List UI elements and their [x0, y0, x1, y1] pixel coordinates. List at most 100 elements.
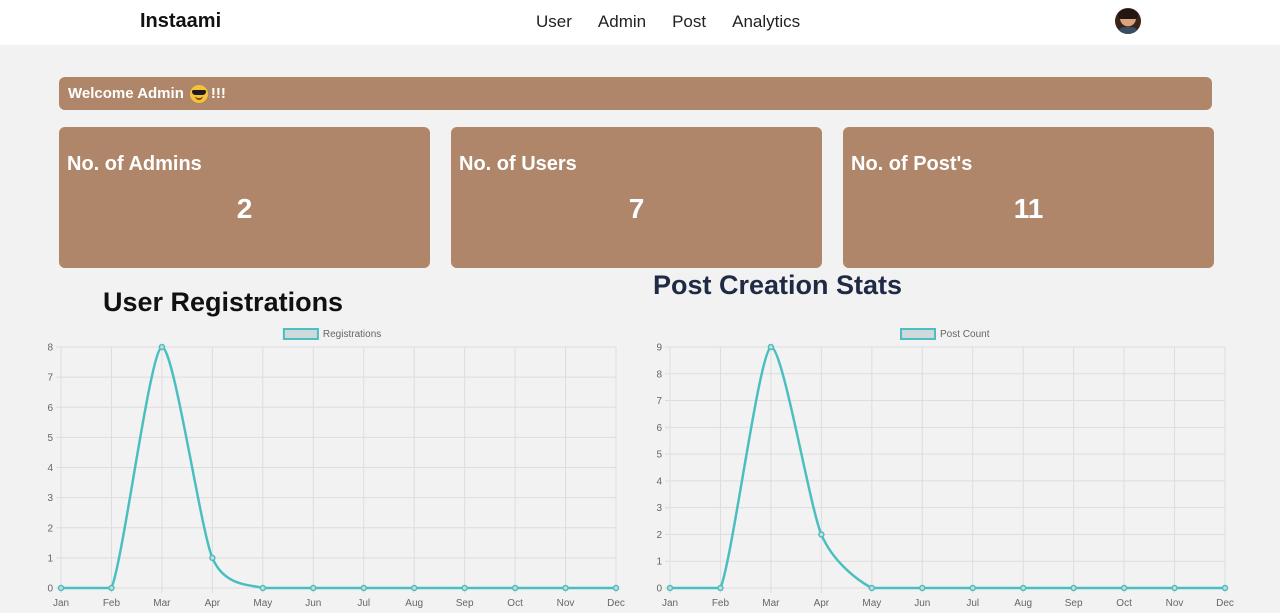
x-tick-label: Feb: [103, 598, 121, 609]
y-tick-label: 0: [47, 584, 53, 595]
x-tick-label: Jun: [305, 598, 321, 609]
y-tick-label: 8: [47, 343, 53, 354]
y-tick-label: 6: [47, 403, 53, 414]
x-tick-label: Sep: [1065, 598, 1083, 609]
card-title: No. of Admins: [67, 153, 202, 175]
x-tick-label: Jun: [914, 598, 930, 609]
data-point: [511, 584, 519, 592]
card-value: 2: [236, 193, 253, 224]
x-tick-label: Jul: [966, 598, 979, 609]
navbar: Instaami User Admin Post Analytics: [0, 0, 1280, 45]
data-point: [158, 343, 166, 351]
emoji-glasses: [191, 89, 206, 95]
data-point: [666, 584, 674, 592]
welcome-text: Welcome Admin: [68, 85, 184, 102]
y-tick-label: 5: [656, 450, 662, 461]
y-tick-label: 8: [656, 369, 662, 380]
nav-links: User Admin Post Analytics: [536, 12, 800, 32]
nav-link-analytics[interactable]: Analytics: [732, 12, 800, 32]
x-tick-label: Jan: [662, 598, 678, 609]
data-point: [818, 531, 825, 538]
y-tick-label: 6: [656, 423, 662, 434]
data-point: [919, 584, 926, 592]
x-tick-label: Aug: [1014, 598, 1032, 609]
x-tick-label: Feb: [712, 598, 730, 609]
legend-label: Registrations: [323, 329, 381, 340]
nav-link-admin[interactable]: Admin: [598, 12, 646, 32]
x-tick-label: Jan: [53, 598, 69, 609]
series-line: [670, 345, 1225, 590]
nav-link-user[interactable]: User: [536, 12, 572, 32]
y-tick-label: 4: [47, 463, 53, 474]
avatar[interactable]: [1115, 8, 1141, 34]
y-tick-label: 2: [47, 523, 53, 534]
data-point: [108, 584, 115, 592]
x-tick-label: Oct: [507, 598, 523, 609]
x-tick-label: Aug: [405, 598, 423, 609]
data-point: [612, 584, 620, 592]
data-point: [1120, 584, 1128, 592]
y-tick-label: 7: [656, 396, 662, 407]
x-tick-label: Oct: [1116, 598, 1132, 609]
x-tick-label: Mar: [153, 598, 171, 609]
brand-logo[interactable]: Instaami: [140, 10, 221, 33]
posts-count-card: No. of Post's 11: [843, 127, 1214, 268]
card-title: No. of Post's: [851, 153, 973, 175]
data-point: [410, 584, 418, 592]
emoji-mouth: [194, 96, 203, 100]
card-title: No. of Users: [459, 153, 577, 175]
nav-link-post[interactable]: Post: [672, 12, 706, 32]
data-point: [209, 554, 216, 562]
data-point: [1171, 584, 1178, 592]
card-value: 7: [628, 193, 645, 224]
x-tick-label: Apr: [205, 598, 221, 609]
y-tick-label: 1: [47, 553, 53, 564]
data-point: [360, 584, 367, 592]
y-tick-label: 3: [656, 503, 662, 514]
welcome-banner: Welcome Admin !!!: [59, 77, 1212, 110]
data-point: [767, 343, 775, 351]
y-tick-label: 2: [656, 530, 662, 541]
users-count-card: No. of Users 7: [451, 127, 822, 268]
x-tick-label: Nov: [1166, 598, 1184, 609]
y-tick-label: 1: [656, 557, 662, 568]
data-point: [310, 584, 317, 592]
data-point: [717, 584, 724, 592]
welcome-exclaim: !!!: [210, 85, 226, 102]
user-registrations-chart: Registrations 0 1 2 3 4 5 6 7 8 Jan Feb Mar Apr May Jun…: [47, 328, 625, 609]
legend-swatch: [900, 328, 936, 340]
y-tick-label: 0: [656, 584, 662, 595]
x-tick-label: Jul: [357, 598, 370, 609]
sunglasses-emoji-icon: [189, 84, 208, 103]
y-tick-label: 7: [47, 373, 53, 384]
card-value: 11: [1013, 193, 1044, 224]
admins-count-card: No. of Admins 2: [59, 127, 430, 268]
data-point: [1070, 584, 1077, 592]
x-tick-label: Nov: [557, 598, 575, 609]
x-tick-label: Dec: [1216, 598, 1234, 609]
x-tick-label: Sep: [456, 598, 474, 609]
data-point: [57, 584, 65, 592]
y-tick-label: 3: [47, 493, 53, 504]
data-point: [868, 584, 876, 592]
x-tick-label: Mar: [762, 598, 780, 609]
data-point: [259, 584, 267, 592]
legend-swatch: [282, 328, 319, 340]
x-tick-label: May: [862, 598, 881, 609]
data-point: [461, 584, 468, 592]
avatar-shirt: [1117, 27, 1139, 34]
post-creation-stats-title: Post Creation Stats: [653, 270, 903, 300]
post-creation-chart: Post Count 0 1 2 3 4 5 6 7 8 9 Jan Feb Mar Apr May Jun Ju…: [656, 328, 1234, 609]
data-point: [969, 584, 976, 592]
legend-label: Post Count: [940, 329, 990, 340]
data-point: [1221, 584, 1229, 592]
y-tick-label: 9: [656, 343, 662, 354]
x-tick-label: Dec: [607, 598, 625, 609]
x-tick-label: Apr: [814, 598, 830, 609]
y-tick-label: 5: [47, 433, 53, 444]
avatar-hair: [1118, 9, 1138, 19]
x-tick-label: May: [253, 598, 272, 609]
user-registrations-title: User Registrations: [103, 287, 344, 317]
data-point: [562, 584, 569, 592]
data-point: [1019, 584, 1027, 592]
